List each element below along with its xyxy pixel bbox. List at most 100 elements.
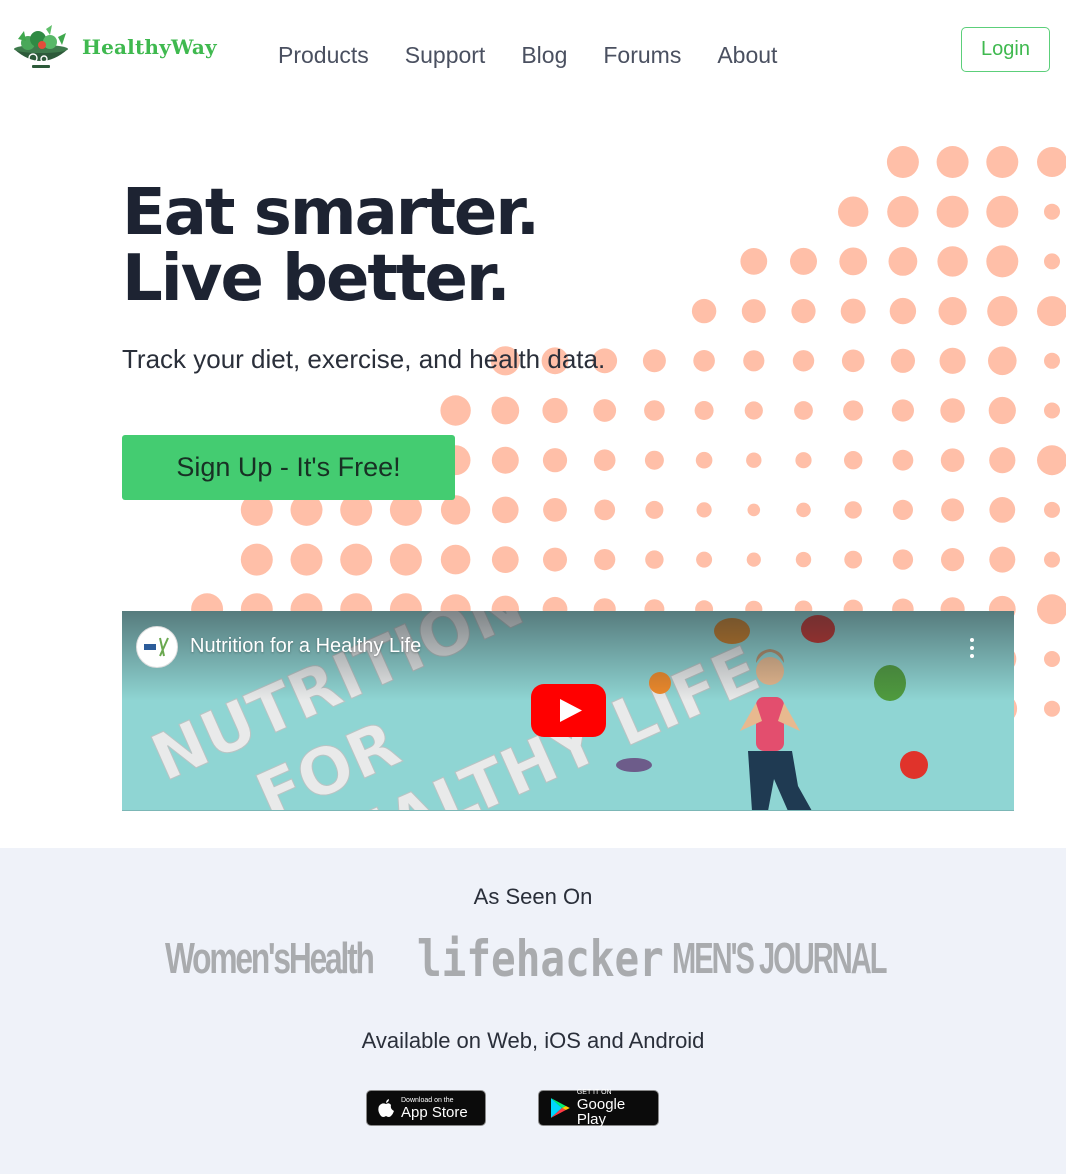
apple-icon: [378, 1099, 394, 1117]
decorative-dot: [1044, 203, 1060, 220]
decorative-dot: [841, 349, 865, 373]
decorative-dot: [740, 248, 768, 275]
decorative-dot: [693, 350, 715, 372]
decorative-dot: [593, 399, 617, 422]
login-button[interactable]: Login: [961, 27, 1050, 72]
decorative-dot: [543, 547, 567, 572]
channel-logo-icon: [144, 637, 169, 657]
decorative-dot: [644, 450, 664, 470]
decorative-dot: [1044, 253, 1060, 270]
decorative-dot: [1037, 594, 1066, 625]
press-heading: As Seen On: [473, 884, 593, 909]
hero-title-line-2: Live better.: [122, 242, 511, 316]
decorative-dot: [340, 543, 373, 576]
decorative-dot: [593, 449, 616, 472]
decorative-dot: [696, 502, 712, 518]
channel-avatar-icon[interactable]: [136, 626, 178, 668]
decorative-dot: [986, 195, 1019, 228]
decorative-dot: [594, 549, 616, 571]
decorative-dot: [792, 350, 815, 372]
main-nav: Products Support Blog Forums About: [278, 38, 813, 72]
grapes-icon: [616, 758, 652, 772]
decorative-dot: [747, 503, 761, 517]
decorative-dot: [645, 500, 664, 519]
brand-logo[interactable]: HealthyWay: [8, 22, 228, 72]
decorative-dot: [989, 447, 1016, 474]
google-play-label: Google Play: [576, 1096, 626, 1128]
youtube-play-icon[interactable]: [531, 684, 606, 737]
decorative-dot: [892, 499, 914, 520]
decorative-dot: [542, 448, 568, 473]
decorative-dot: [989, 546, 1016, 573]
decorative-dot: [1044, 700, 1060, 717]
decorative-dot: [839, 247, 868, 276]
decorative-dot: [1037, 296, 1066, 327]
decorative-dot: [691, 298, 717, 324]
decorative-dot: [940, 448, 965, 473]
decorative-dot: [838, 196, 869, 227]
decorative-dot: [941, 548, 965, 572]
decorative-dot: [937, 246, 968, 277]
decorative-dot: [290, 543, 323, 576]
decorative-dot: [794, 401, 813, 420]
decorative-dot: [791, 299, 816, 324]
nav-support[interactable]: Support: [405, 38, 486, 72]
google-play-icon: [550, 1098, 570, 1118]
decorative-dot: [989, 497, 1016, 523]
decorative-dot: [389, 543, 422, 576]
decorative-dot: [543, 498, 567, 522]
decorative-dot: [986, 146, 1019, 178]
decorative-dot: [542, 397, 568, 424]
mens-journal-logo: MEN'S JOURNAL: [672, 934, 887, 983]
decorative-dot: [844, 451, 863, 470]
decorative-dot: [795, 551, 812, 568]
decorative-dot: [987, 296, 1018, 327]
decorative-dot: [886, 146, 919, 178]
decorative-dot: [891, 399, 915, 422]
more-vert-icon[interactable]: [966, 637, 978, 659]
decorative-dot: [1037, 445, 1066, 476]
google-play-caption: GET IT ON: [576, 1089, 612, 1096]
decorative-dot: [844, 501, 862, 519]
decorative-dot: [492, 496, 519, 524]
decorative-dot: [1044, 651, 1060, 667]
app-store-button[interactable]: Download on the App Store: [366, 1090, 486, 1126]
nav-about[interactable]: About: [717, 38, 777, 72]
hero-title-line-1: Eat smarter.: [122, 176, 540, 250]
womens-health-logo: Women'sHealth: [165, 934, 375, 983]
nav-products[interactable]: Products: [278, 38, 369, 72]
decorative-dot: [696, 551, 713, 568]
video-title[interactable]: Nutrition for a Healthy Life: [190, 635, 421, 658]
nav-blog[interactable]: Blog: [521, 38, 567, 72]
decorative-dot: [936, 146, 969, 178]
decorative-dot: [988, 346, 1017, 376]
decorative-dot: [1037, 147, 1066, 177]
decorative-dot: [941, 498, 965, 522]
decorative-dot: [440, 395, 471, 426]
hero-title: Eat smarter. Live better.: [122, 176, 540, 316]
decorative-dot: [491, 446, 519, 474]
decorative-dot: [240, 543, 273, 576]
decorative-dot: [844, 550, 863, 569]
decorative-dot: [741, 299, 766, 324]
signup-button[interactable]: Sign Up - It's Free!: [122, 435, 455, 500]
brand-name: HealthyWay: [82, 35, 217, 59]
decorative-dot: [790, 247, 817, 275]
decorative-dot: [936, 195, 969, 228]
video-player[interactable]: NUTRITION FOR A HEALTHY LIFE Nutrition f…: [122, 611, 1014, 811]
hero-subtitle: Track your diet, exercise, and health da…: [122, 344, 606, 374]
decorative-dot: [1044, 551, 1060, 568]
decorative-dot: [889, 297, 917, 325]
decorative-dot: [888, 247, 918, 276]
decorative-dot: [644, 400, 665, 421]
decorative-dot: [939, 347, 966, 374]
decorative-dot: [694, 401, 714, 420]
decorative-dot: [491, 396, 520, 425]
lifehacker-logo: lifehacker: [417, 930, 664, 988]
platforms-heading: Available on Web, iOS and Android: [361, 1028, 705, 1053]
google-play-button[interactable]: GET IT ON Google Play: [538, 1089, 659, 1128]
nav-forums[interactable]: Forums: [603, 38, 681, 72]
decorative-dot: [1044, 352, 1060, 369]
decorative-dot: [795, 452, 812, 469]
app-store-caption: Download on the: [401, 1096, 454, 1104]
